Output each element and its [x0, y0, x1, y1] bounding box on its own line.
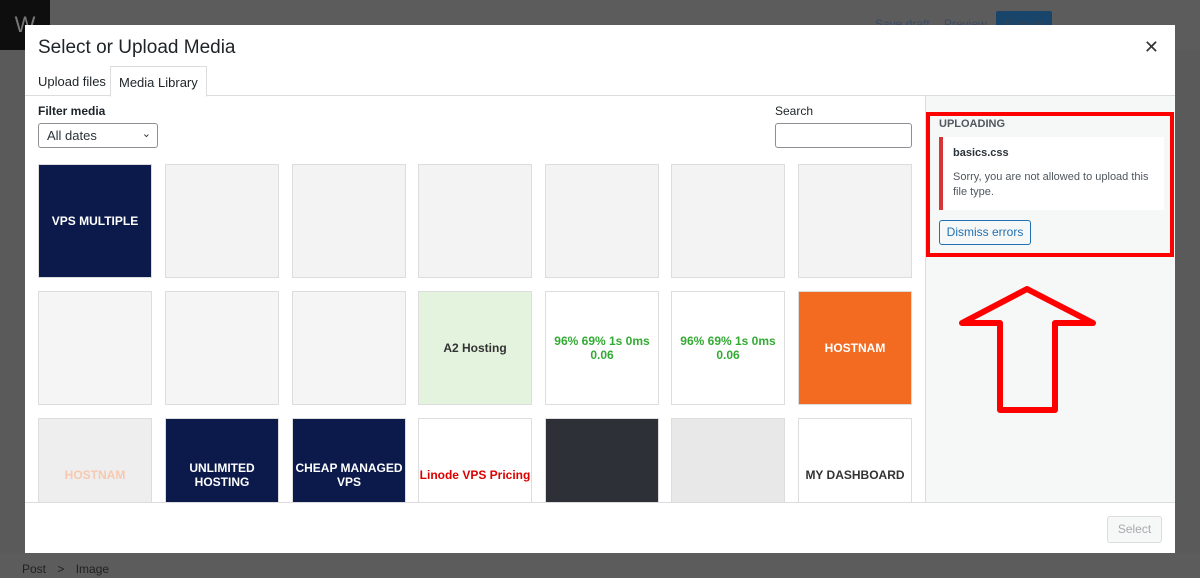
- media-thumbnail[interactable]: 96% 69% 1s 0ms 0.06: [545, 291, 659, 405]
- tab-upload-files[interactable]: Upload files: [30, 66, 114, 97]
- modal-footer: Select: [25, 502, 1175, 553]
- media-thumbnail[interactable]: [165, 164, 279, 278]
- media-thumbnail[interactable]: [545, 418, 659, 502]
- media-thumbnail[interactable]: CHEAP MANAGED VPS: [292, 418, 406, 502]
- media-thumbnail[interactable]: Linode VPS Pricing: [418, 418, 532, 502]
- search-label: Search: [775, 104, 814, 118]
- chevron-down-icon: ⌄: [141, 128, 151, 140]
- date-filter-value: All dates: [47, 128, 97, 143]
- dismiss-errors-button[interactable]: Dismiss errors: [939, 220, 1031, 245]
- error-filename: basics.css: [953, 147, 1009, 159]
- date-filter-select[interactable]: All dates ⌄: [38, 123, 158, 148]
- breadcrumb-image: Image: [75, 562, 110, 576]
- breadcrumb-post: Post: [22, 562, 47, 576]
- media-thumbnail[interactable]: [292, 164, 406, 278]
- search-input[interactable]: [775, 123, 912, 148]
- media-thumbnail[interactable]: [545, 164, 659, 278]
- media-thumbnail[interactable]: [165, 291, 279, 405]
- media-grid: VPS MULTIPLE A2 Hosting 96% 69% 1s 0ms 0.0…: [38, 164, 918, 502]
- media-thumbnail[interactable]: 96% 69% 1s 0ms 0.06: [671, 291, 785, 405]
- media-thumbnail[interactable]: HOSTNAM: [38, 418, 152, 502]
- media-thumbnail[interactable]: [798, 164, 912, 278]
- tab-media-library[interactable]: Media Library: [110, 66, 207, 97]
- uploading-heading: UPLOADING: [939, 118, 1005, 130]
- media-thumbnail[interactable]: MY DASHBOARD: [798, 418, 912, 502]
- close-icon[interactable]: ✕: [1144, 37, 1159, 58]
- arrow-up-icon: [959, 286, 1096, 413]
- modal-title: Select or Upload Media: [38, 37, 236, 58]
- media-thumbnail[interactable]: [292, 291, 406, 405]
- select-button[interactable]: Select: [1107, 516, 1162, 543]
- breadcrumb-sep: >: [57, 562, 65, 576]
- media-thumbnail[interactable]: UNLIMITED HOSTING: [165, 418, 279, 502]
- breadcrumb: Post > Image: [0, 553, 1200, 578]
- tab-bar: Upload files Media Library: [25, 65, 1175, 97]
- error-message: Sorry, you are not allowed to upload thi…: [953, 171, 1149, 198]
- media-thumbnail[interactable]: [671, 418, 785, 502]
- media-thumbnail[interactable]: HOSTNAM: [798, 291, 912, 405]
- media-thumbnail[interactable]: [418, 164, 532, 278]
- media-thumbnail[interactable]: VPS MULTIPLE: [38, 164, 152, 278]
- media-thumbnail[interactable]: [38, 291, 152, 405]
- media-thumbnail[interactable]: A2 Hosting: [418, 291, 532, 405]
- media-thumbnail[interactable]: [671, 164, 785, 278]
- upload-error: basics.css Sorry, you are not allowed to…: [939, 137, 1164, 210]
- filter-label: Filter media: [38, 104, 106, 118]
